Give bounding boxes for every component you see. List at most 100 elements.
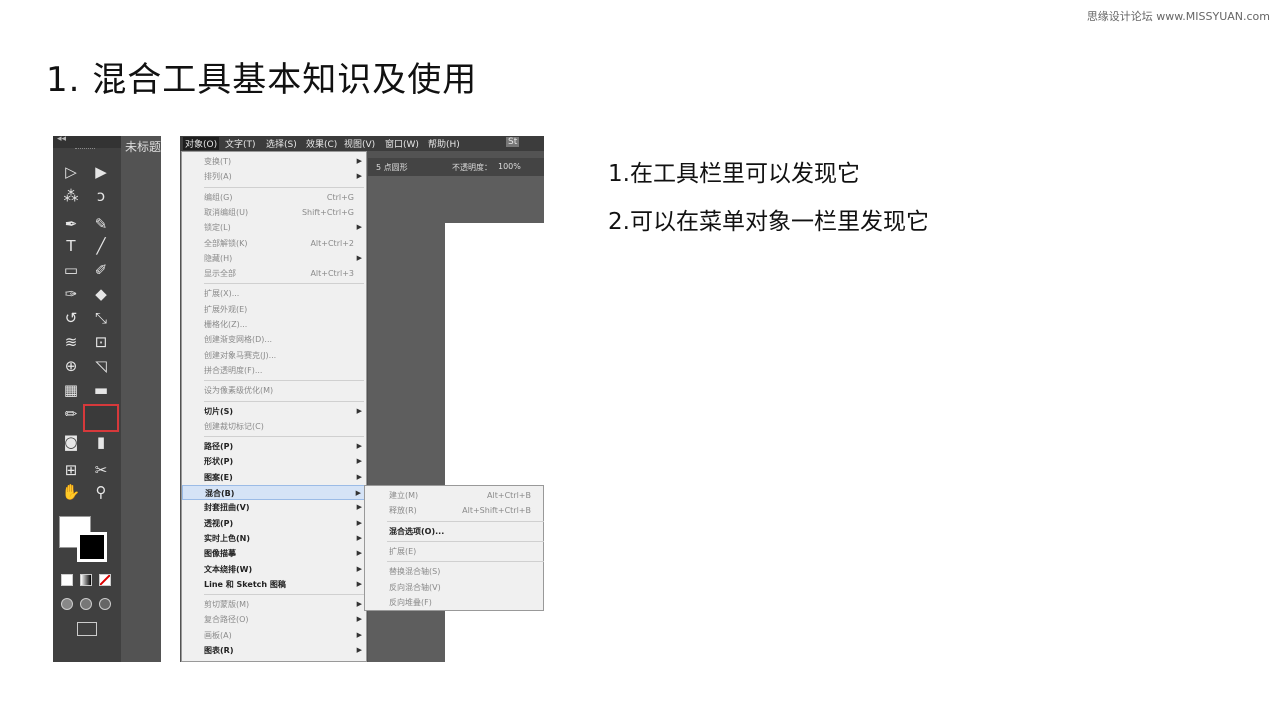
menubar-item[interactable]: 文字(T) <box>225 137 256 150</box>
menu-item[interactable]: 拼合透明度(F)... <box>182 363 366 378</box>
menu-item[interactable]: 复合路径(O) ▶ <box>182 612 366 627</box>
menu-item-label: 封套扭曲(V) <box>204 503 250 513</box>
slice-tool-icon[interactable]: ✂ <box>89 460 113 480</box>
submenu-arrow-icon: ▶ <box>356 253 362 262</box>
gradient-tool-icon[interactable]: ▬ <box>89 380 113 400</box>
menu-item[interactable]: 图表(R) ▶ <box>182 643 366 658</box>
symbol-sprayer-tool-icon[interactable]: ◙ <box>59 432 83 452</box>
pen-tool-icon[interactable]: ✒ <box>59 214 83 234</box>
eyedropper-tool-icon[interactable]: ✏ <box>59 404 83 424</box>
menu-separator <box>204 400 364 402</box>
curvature-tool-icon[interactable]: ✎ <box>89 214 113 234</box>
menu-item[interactable]: 切片(S) ▶ <box>182 404 366 419</box>
menu-item[interactable]: 变换(T) ▶ <box>182 154 366 169</box>
submenu-arrow-icon: ▶ <box>356 533 362 542</box>
menu-item[interactable]: 混合(B) ▶ <box>182 485 366 500</box>
zoom-tool-icon[interactable]: ⚲ <box>89 482 113 502</box>
menu-item-label: 变换(T) <box>204 157 232 166</box>
scale-tool-icon[interactable]: ⤡ <box>89 308 113 328</box>
submenu-item[interactable]: 释放(R) Alt+Shift+Ctrl+B <box>365 503 543 518</box>
menu-item[interactable]: 透视(P) ▶ <box>182 516 366 531</box>
screen-mode-icon[interactable] <box>77 622 97 636</box>
opacity-value[interactable]: 100% <box>498 162 521 171</box>
menu-separator <box>204 380 364 382</box>
menubar-item[interactable]: 效果(C) <box>306 137 337 150</box>
direct-selection-tool-icon[interactable]: ▶ <box>89 162 113 182</box>
mesh-tool-icon[interactable]: ▦ <box>59 380 83 400</box>
menu-item[interactable]: 锁定(L) ▶ <box>182 220 366 235</box>
menu-item[interactable]: 扩展外观(E) <box>182 302 366 317</box>
menubar-item[interactable]: 选择(S) <box>266 137 297 150</box>
menu-item[interactable]: 扩展(X)... <box>182 286 366 301</box>
eraser-tool-icon[interactable]: ◆ <box>89 284 113 304</box>
menu-item[interactable]: 剪切蒙版(M) ▶ <box>182 597 366 612</box>
menu-item[interactable]: 栅格化(Z)... <box>182 317 366 332</box>
menu-item[interactable]: 创建渐变网格(D)... <box>182 332 366 347</box>
draw-inside-icon[interactable] <box>99 598 111 610</box>
submenu-item[interactable]: 建立(M) Alt+Ctrl+B <box>365 488 543 503</box>
submenu-item[interactable]: 反向混合轴(V) <box>365 580 543 595</box>
brush-preset[interactable]: 5 点圆形 <box>376 162 408 173</box>
submenu-arrow-icon: ▶ <box>356 223 362 232</box>
menubar-item[interactable]: 视图(V) <box>344 137 375 150</box>
submenu-item[interactable]: 反向堆叠(F) <box>365 595 543 610</box>
menu-item[interactable]: 隐藏(H) ▶ <box>182 251 366 266</box>
rotate-tool-icon[interactable]: ↺ <box>59 308 83 328</box>
color-mode-button[interactable] <box>61 574 73 586</box>
draw-normal-icon[interactable] <box>61 598 73 610</box>
menu-item[interactable]: 创建裁切标记(C) <box>182 419 366 434</box>
submenu-item[interactable]: 替换混合轴(S) <box>365 564 543 579</box>
stroke-swatch[interactable] <box>77 532 107 562</box>
menu-item[interactable]: 图案(E) ▶ <box>182 470 366 485</box>
none-mode-button[interactable] <box>99 574 111 586</box>
type-tool-icon[interactable]: T <box>59 236 83 256</box>
width-tool-icon[interactable]: ≋ <box>59 332 83 352</box>
artboard-tool-icon[interactable]: ⊞ <box>59 460 83 480</box>
menu-item[interactable]: 显示全部 Alt+Ctrl+3 <box>182 266 366 281</box>
line-tool-icon[interactable]: ╱ <box>89 236 113 256</box>
submenu-item[interactable]: 混合选项(O)... <box>365 524 543 539</box>
gradient-mode-button[interactable] <box>80 574 92 586</box>
menu-item-label: 扩展(E) <box>389 546 417 556</box>
lasso-tool-icon[interactable]: ↄ <box>89 186 113 206</box>
menu-item[interactable]: 排列(A) ▶ <box>182 169 366 184</box>
rectangle-tool-icon[interactable]: ▭ <box>59 260 83 280</box>
document-tab[interactable]: 未标题 <box>125 138 161 155</box>
menu-item[interactable]: 编组(G) Ctrl+G <box>182 190 366 205</box>
menubar-item[interactable]: 窗口(W) <box>385 137 419 150</box>
shape-builder-tool-icon[interactable]: ⊕ <box>59 356 83 376</box>
magic-wand-tool-icon[interactable]: ⁂ <box>59 186 83 206</box>
selection-tool-icon[interactable]: ▷ <box>59 162 83 182</box>
perspective-grid-tool-icon[interactable]: ◹ <box>89 356 113 376</box>
menu-item[interactable]: 实时上色(N) ▶ <box>182 531 366 546</box>
draw-behind-icon[interactable] <box>80 598 92 610</box>
menu-item[interactable]: 取消编组(U) Shift+Ctrl+G <box>182 205 366 220</box>
menu-item[interactable]: 设为像素级优化(M) <box>182 383 366 398</box>
menu-item-label: 实时上色(N) <box>204 533 251 543</box>
menu-item[interactable]: Line 和 Sketch 图稿 ▶ <box>182 577 366 592</box>
menu-item[interactable]: 形状(P) ▶ <box>182 454 366 469</box>
panel-grip[interactable] <box>75 148 95 153</box>
hand-tool-icon[interactable]: ✋ <box>59 482 83 502</box>
collapse-icon[interactable]: ◂◂ <box>57 134 66 144</box>
menu-item[interactable]: 全部解锁(K) Alt+Ctrl+2 <box>182 236 366 251</box>
menu-item[interactable]: 图像描摹 ▶ <box>182 546 366 561</box>
menu-item[interactable]: 封套扭曲(V) ▶ <box>182 500 366 515</box>
free-transform-tool-icon[interactable]: ⊡ <box>89 332 113 352</box>
menu-separator <box>204 186 364 188</box>
menubar: 对象(O) 文字(T) 选择(S) 效果(C) 视图(V) 窗口(W) 帮助(H) St <box>180 136 544 151</box>
menu-item[interactable]: 路径(P) ▶ <box>182 439 366 454</box>
menubar-item[interactable]: 帮助(H) <box>428 137 460 150</box>
menu-item[interactable]: 画板(A) ▶ <box>182 628 366 643</box>
menu-separator <box>387 540 544 542</box>
submenu-arrow-icon: ▶ <box>356 157 362 165</box>
paintbrush-tool-icon[interactable]: ✐ <box>89 260 113 280</box>
menu-item[interactable]: 创建对象马赛克(J)... <box>182 348 366 363</box>
shaper-tool-icon[interactable]: ✑ <box>59 284 83 304</box>
column-graph-tool-icon[interactable]: ▮ <box>89 432 113 452</box>
menu-item[interactable]: 文本绕排(W) ▶ <box>182 562 366 577</box>
stock-button[interactable]: St <box>506 137 520 147</box>
menubar-item[interactable]: 对象(O) <box>183 137 220 150</box>
submenu-item[interactable]: 扩展(E) <box>365 544 543 559</box>
menu-item-label: 文本绕排(W) <box>204 564 253 574</box>
